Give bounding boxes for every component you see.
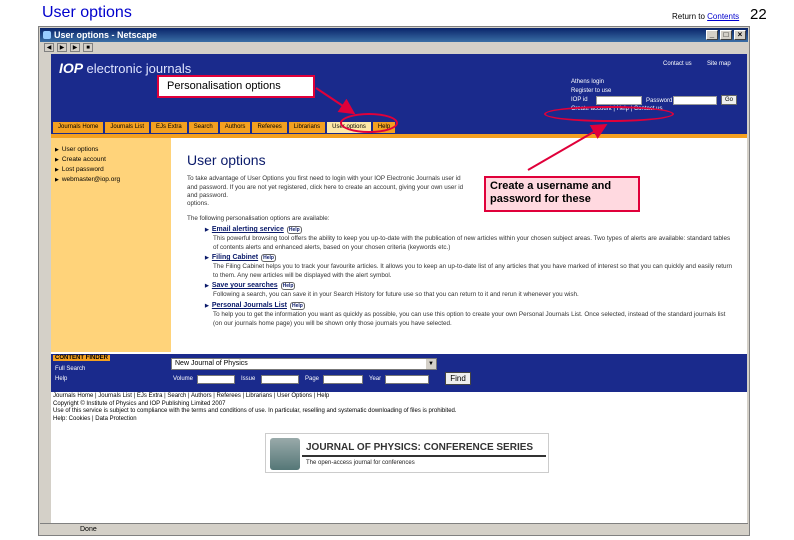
- status-bar: Done: [40, 523, 748, 535]
- page-input[interactable]: [323, 375, 363, 384]
- iop-id-input[interactable]: [596, 96, 642, 105]
- year-input[interactable]: [385, 375, 429, 384]
- issue-input[interactable]: [261, 375, 299, 384]
- back-icon[interactable]: ◀: [44, 43, 54, 52]
- content-finder: CONTENT FINDER Full Search Help New Jour…: [51, 354, 747, 392]
- status-text: Done: [80, 526, 97, 533]
- slide-title: User options: [42, 4, 132, 21]
- contact-us-link[interactable]: Contact us: [663, 61, 692, 67]
- slide: User options Return to Contents 22 User …: [0, 0, 794, 540]
- page-title: User options: [187, 152, 266, 168]
- tab-referees[interactable]: Referees: [252, 122, 287, 133]
- jpcs-banner[interactable]: JOURNAL OF PHYSICS: CONFERENCE SERIES Th…: [265, 433, 549, 473]
- create-username-callout: Create a username and password for these: [484, 176, 640, 212]
- footer-copyright: Copyright © Institute of Physics and IOP…: [53, 400, 226, 407]
- return-prefix: Return to: [672, 12, 708, 21]
- filing-cabinet-text: The Filing Cabinet helps you to track yo…: [213, 263, 733, 279]
- go-button[interactable]: Go: [721, 95, 737, 105]
- personal-journals-link[interactable]: Personal Journals ListHelp: [205, 302, 305, 310]
- footer-terms: Use of this service is subject to compli…: [53, 408, 457, 414]
- help-badge[interactable]: Help: [289, 302, 305, 310]
- sidebar-item-user-options[interactable]: User options: [55, 146, 99, 153]
- volume-input[interactable]: [197, 375, 235, 384]
- chevron-down-icon[interactable]: ▼: [426, 359, 436, 369]
- volume-label: Volume: [173, 376, 194, 382]
- padlock-icon: [270, 438, 300, 470]
- slide-number: 22: [750, 6, 767, 23]
- site-map-link[interactable]: Site map: [707, 61, 731, 67]
- password-label: Password: [646, 98, 673, 104]
- browser-window: User options - Netscape _ □ × ◀ ▶ ▶ ■ IO…: [38, 26, 750, 536]
- sidebar-item-create-account[interactable]: Create account: [55, 156, 106, 163]
- filing-cabinet-label: Filing Cabinet: [211, 254, 259, 261]
- save-searches-text: Following a search, you can save it in y…: [213, 291, 579, 298]
- sidebar: User options Create account Lost passwor…: [51, 138, 171, 352]
- email-alerting-label: Email alerting service: [211, 226, 284, 233]
- user-options-tab-highlight: [340, 113, 398, 133]
- netscape-icon: [43, 31, 51, 39]
- main-content: User options To take advantage of User O…: [171, 138, 747, 352]
- personal-journals-label: Personal Journals List: [211, 302, 287, 309]
- window-title: User options - Netscape: [54, 30, 158, 40]
- help-badge[interactable]: Help: [286, 226, 302, 234]
- email-alerting-link[interactable]: Email alerting serviceHelp: [205, 226, 302, 234]
- tab-journals-home[interactable]: Journals Home: [53, 122, 104, 133]
- tab-authors[interactable]: Authors: [219, 122, 251, 133]
- content-finder-label: CONTENT FINDER: [53, 355, 110, 361]
- list-intro: The following personalisation options ar…: [187, 215, 330, 222]
- maximize-button[interactable]: □: [720, 30, 732, 40]
- stop-icon[interactable]: ■: [83, 43, 93, 52]
- journal-select[interactable]: New Journal of Physics ▼: [171, 358, 437, 370]
- tab-search[interactable]: Search: [188, 122, 218, 133]
- banner-subtitle: The open-access journal for conferences: [306, 460, 415, 466]
- athens-login-link[interactable]: Athens login: [571, 78, 663, 87]
- footer-help-links[interactable]: Help: Cookies | Data Protection: [53, 416, 747, 424]
- help-badge[interactable]: Help: [280, 282, 296, 290]
- journal-select-value: New Journal of Physics: [175, 360, 248, 367]
- password-input[interactable]: [673, 96, 717, 105]
- tab-journals-list[interactable]: Journals List: [105, 122, 150, 133]
- issue-label: Issue: [241, 376, 256, 382]
- nav-tabs: Journals Home Journals List EJs Extra Se…: [51, 122, 747, 134]
- email-alerting-text: This powerful browsing tool offers the a…: [213, 235, 731, 251]
- footer-nav-links[interactable]: Journals Home | Journals List | EJs Extr…: [53, 393, 747, 401]
- sidebar-item-lost-password[interactable]: Lost password: [55, 166, 104, 173]
- footer: Journals Home | Journals List | EJs Extr…: [51, 393, 747, 423]
- find-button[interactable]: Find: [445, 372, 471, 385]
- contents-link[interactable]: Contents: [707, 12, 739, 21]
- tab-librarians[interactable]: Librarians: [288, 122, 326, 133]
- full-search-link[interactable]: Full Search: [55, 366, 85, 372]
- sidebar-item-webmaster[interactable]: webmaster@iop.org: [55, 176, 120, 183]
- iop-logo[interactable]: IOP electronic journals: [59, 60, 191, 76]
- reload-icon[interactable]: ▶: [70, 43, 80, 52]
- save-searches-label: Save your searches: [211, 282, 278, 289]
- page-label: Page: [305, 376, 320, 382]
- web-page: IOP electronic journals Contact us Site …: [51, 54, 747, 524]
- personalisation-callout: Personalisation options: [157, 75, 315, 98]
- year-label: Year: [369, 376, 382, 382]
- finder-help-link[interactable]: Help: [55, 376, 67, 382]
- intro-text: To take advantage of User Options you fi…: [187, 175, 464, 199]
- help-badge[interactable]: Help: [261, 254, 276, 262]
- return-to-contents: Return to Contents: [672, 12, 739, 21]
- banner-title: JOURNAL OF PHYSICS: CONFERENCE SERIES: [302, 439, 546, 457]
- window-titlebar[interactable]: User options - Netscape _ □ ×: [40, 28, 748, 42]
- filing-cabinet-link[interactable]: Filing CabinetHelp: [205, 254, 276, 262]
- logo-iop: IOP: [59, 60, 83, 76]
- tab-ejs-extra[interactable]: EJs Extra: [151, 122, 187, 133]
- browser-toolbar: ◀ ▶ ▶ ■: [40, 43, 748, 54]
- minimize-button[interactable]: _: [706, 30, 718, 40]
- save-searches-link[interactable]: Save your searchesHelp: [205, 282, 296, 290]
- personal-journals-text: To help you to get the information you w…: [213, 311, 726, 327]
- forward-icon[interactable]: ▶: [57, 43, 67, 52]
- close-button[interactable]: ×: [734, 30, 746, 40]
- create-account-highlight: [544, 106, 674, 122]
- logo-text: electronic journals: [86, 61, 192, 76]
- register-link[interactable]: Register to use: [571, 87, 663, 96]
- intro-tail: options.: [187, 200, 210, 207]
